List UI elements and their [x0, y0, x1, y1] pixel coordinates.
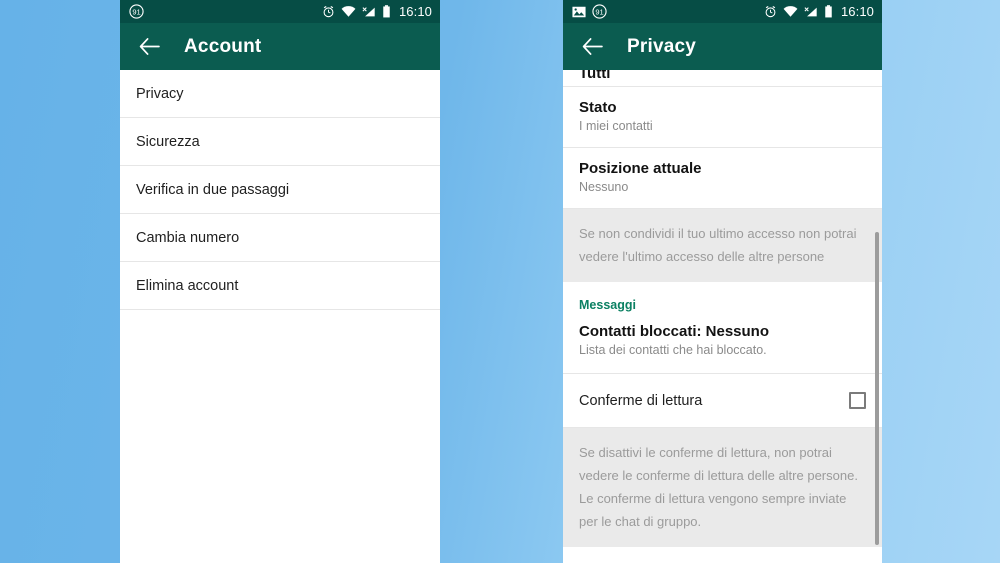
- list-item-verifica-due-passaggi[interactable]: Verifica in due passaggi: [120, 166, 440, 214]
- list-item-label: Cambia numero: [136, 229, 240, 246]
- battery-icon: [382, 5, 391, 18]
- list-item-subtitle: Lista dei contatti che hai bloccato.: [579, 343, 767, 357]
- app-bar-privacy: Privacy: [563, 23, 882, 70]
- list-item-privacy[interactable]: Privacy: [120, 70, 440, 118]
- cellular-signal-off-icon: [804, 6, 818, 18]
- list-item-subtitle: I miei contatti: [579, 119, 653, 133]
- list-item-label: Elimina account: [136, 277, 239, 294]
- page-title: Privacy: [627, 35, 697, 57]
- note-read-receipts: Se disattivi le conferme di lettura, non…: [563, 428, 882, 547]
- list-item-elimina-account[interactable]: Elimina account: [120, 262, 440, 310]
- list-item-label: Tutti: [579, 70, 611, 82]
- status-bar-right-icons: 16:10: [764, 4, 874, 19]
- notification-count-icon: 91: [129, 4, 144, 19]
- battery-icon: [824, 5, 833, 18]
- list-bottom-filler: [563, 547, 882, 563]
- notification-count-icon: 91: [592, 4, 607, 19]
- wifi-icon: [341, 5, 356, 18]
- note-last-seen: Se non condividi il tuo ultimo accesso n…: [563, 209, 882, 282]
- list-item-tutti-clipped[interactable]: Tutti: [563, 70, 882, 87]
- phone-screen-privacy: 91 16:10 Privacy Tutti Stato I miei cont…: [563, 0, 882, 563]
- section-header-messaggi: Messaggi: [563, 282, 882, 319]
- page-title: Account: [184, 35, 262, 57]
- vertical-scrollbar[interactable]: [875, 232, 879, 545]
- list-item-stato[interactable]: Stato I miei contatti: [563, 87, 882, 148]
- list-item-cambia-numero[interactable]: Cambia numero: [120, 214, 440, 262]
- list-item-sicurezza[interactable]: Sicurezza: [120, 118, 440, 166]
- list-item-label: Privacy: [136, 85, 184, 102]
- image-icon: [572, 6, 586, 18]
- list-item-title: Posizione attuale: [579, 160, 702, 177]
- alarm-icon: [322, 5, 335, 18]
- status-bar-clock: 16:10: [840, 4, 874, 19]
- list-item-label: Conferme di lettura: [579, 392, 703, 409]
- list-item-title: Stato: [579, 99, 617, 116]
- svg-text:91: 91: [132, 8, 140, 17]
- privacy-settings-list: Tutti Stato I miei contatti Posizione at…: [563, 70, 882, 563]
- phone-screen-account: 91 16:10 Account Privacy Sicurezza Verif…: [120, 0, 440, 563]
- list-item-conferme-di-lettura[interactable]: Conferme di lettura: [563, 374, 882, 428]
- list-item-posizione-attuale[interactable]: Posizione attuale Nessuno: [563, 148, 882, 209]
- status-bar-clock: 16:10: [398, 4, 432, 19]
- read-receipts-checkbox[interactable]: [849, 392, 866, 409]
- status-bar-left-icons: 91: [129, 4, 144, 19]
- account-settings-list: Privacy Sicurezza Verifica in due passag…: [120, 70, 440, 310]
- cellular-signal-off-icon: [362, 6, 376, 18]
- list-item-contatti-bloccati[interactable]: Contatti bloccati: Nessuno Lista dei con…: [563, 319, 882, 374]
- wifi-icon: [783, 5, 798, 18]
- alarm-icon: [764, 5, 777, 18]
- status-bar-left-icons: 91: [572, 4, 607, 19]
- svg-text:91: 91: [595, 8, 603, 17]
- list-item-title: Contatti bloccati: Nessuno: [579, 323, 770, 340]
- app-bar-account: Account: [120, 23, 440, 70]
- status-bar-right: 91 16:10: [563, 0, 882, 23]
- back-arrow-icon[interactable]: [577, 32, 607, 62]
- back-arrow-icon[interactable]: [134, 32, 164, 62]
- list-item-subtitle: Nessuno: [579, 180, 629, 194]
- list-item-label: Verifica in due passaggi: [136, 181, 290, 198]
- status-bar-right-icons: 16:10: [322, 4, 432, 19]
- status-bar-left: 91 16:10: [120, 0, 440, 23]
- list-item-label: Sicurezza: [136, 133, 200, 150]
